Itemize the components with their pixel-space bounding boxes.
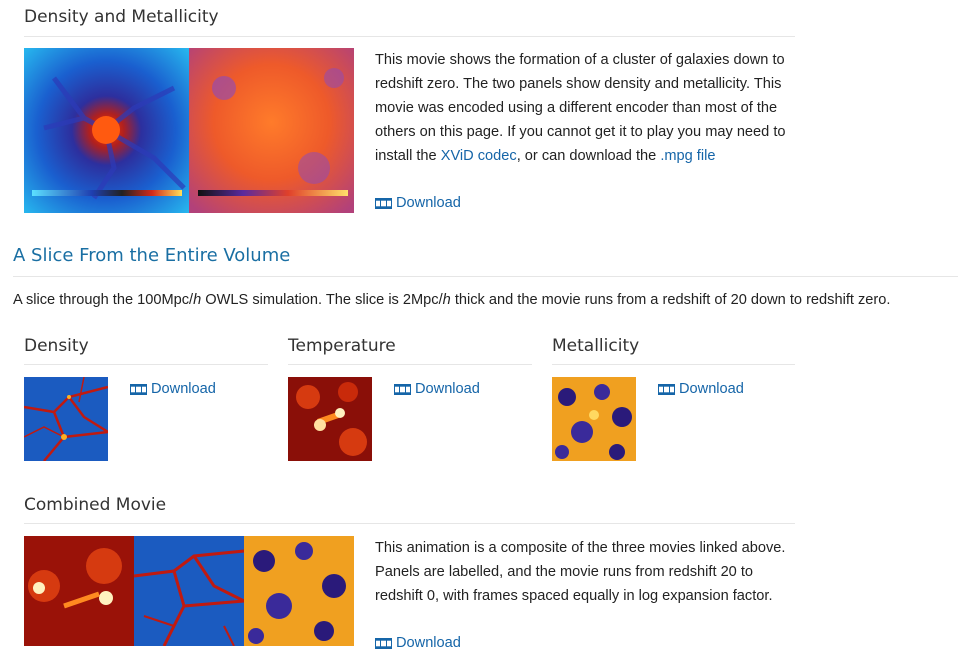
intro-text-3: thick and the movie runs from a redshift… [450, 292, 891, 308]
film-icon [394, 384, 411, 395]
download-label: Download [415, 381, 480, 397]
download-label: Download [396, 195, 461, 211]
combined-thumbnail[interactable] [24, 536, 354, 646]
divider [288, 364, 532, 365]
divider [552, 364, 795, 365]
divider [24, 364, 268, 365]
download-link-density[interactable]: Download [130, 381, 216, 397]
intro-text-2: OWLS simulation. The slice is 2Mpc/ [201, 292, 443, 308]
download-label: Download [679, 381, 744, 397]
film-icon [658, 384, 675, 395]
film-icon [375, 198, 392, 209]
density-metallicity-thumbnail[interactable] [24, 48, 354, 213]
movie-title-density: Density [24, 336, 89, 356]
metallicity-thumbnail[interactable] [552, 377, 636, 461]
slice-intro: A slice through the 100Mpc/h OWLS simula… [13, 288, 958, 312]
section-title-density-metallicity: Density and Metallicity [24, 7, 219, 27]
movie-title-metallicity: Metallicity [552, 336, 640, 356]
download-link-density-metallicity[interactable]: Download [375, 195, 461, 211]
intro-h-2: h [442, 292, 451, 308]
film-icon [375, 638, 392, 649]
movie-title-combined: Combined Movie [24, 495, 167, 515]
density-metallicity-description: This movie shows the formation of a clus… [375, 48, 800, 168]
download-link-combined[interactable]: Download [375, 635, 461, 651]
download-link-metallicity[interactable]: Download [658, 381, 744, 397]
download-label: Download [151, 381, 216, 397]
divider [24, 36, 795, 37]
film-icon [130, 384, 147, 395]
xvid-codec-link[interactable]: XViD codec [441, 148, 517, 164]
section-title-slice: A Slice From the Entire Volume [13, 245, 291, 266]
divider [13, 276, 958, 277]
download-link-temperature[interactable]: Download [394, 381, 480, 397]
mpg-file-link[interactable]: .mpg file [660, 148, 715, 164]
description-text-2: , or can download the [516, 148, 661, 164]
download-label: Download [396, 635, 461, 651]
combined-description: This animation is a composite of the thr… [375, 540, 786, 604]
intro-text: A slice through the 100Mpc/ [13, 292, 194, 308]
divider [24, 523, 795, 524]
movie-title-temperature: Temperature [288, 336, 396, 356]
temperature-thumbnail[interactable] [288, 377, 372, 461]
density-thumbnail[interactable] [24, 377, 108, 461]
